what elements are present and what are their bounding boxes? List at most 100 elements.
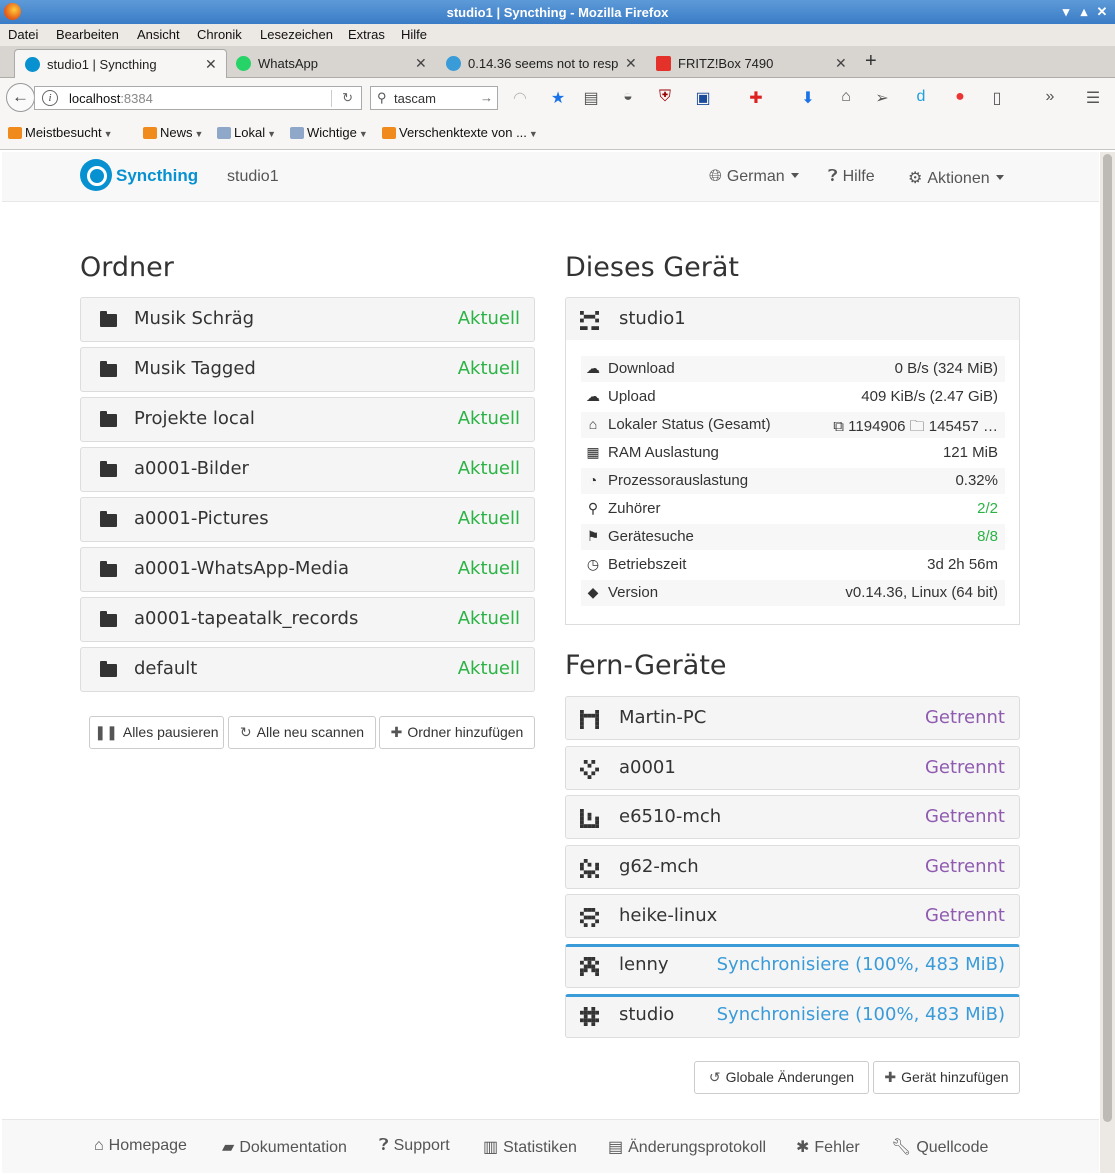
footer-documentation[interactable]: ▰ Dokumentation bbox=[222, 1137, 347, 1157]
add-folder-button[interactable]: ✚ Ordner hinzufügen bbox=[379, 716, 535, 749]
addon-colors-icon[interactable]: ● bbox=[950, 88, 970, 106]
menu-extras[interactable]: Extras bbox=[348, 27, 385, 42]
remote-device-panel[interactable]: heike-linux Getrennt bbox=[565, 894, 1020, 939]
tab-close-icon[interactable]: ✕ bbox=[205, 56, 217, 73]
dashboard-icon: ◔ bbox=[588, 472, 598, 488]
menu-lesezeichen[interactable]: Lesezeichen bbox=[260, 27, 333, 42]
menu-chronik[interactable]: Chronik bbox=[197, 27, 242, 42]
overflow-chevron-icon[interactable]: » bbox=[1040, 88, 1060, 106]
remote-device-panel[interactable]: Martin-PC Getrennt bbox=[565, 696, 1020, 740]
pocket-icon[interactable]: ◒ bbox=[618, 88, 638, 106]
info-icon[interactable]: i bbox=[42, 90, 58, 106]
menu-ansicht[interactable]: Ansicht bbox=[137, 27, 180, 42]
menu-hilfe[interactable]: Hilfe bbox=[401, 27, 427, 42]
folder-panel[interactable]: a0001-WhatsApp-Media Aktuell bbox=[80, 547, 535, 592]
cloud-download-icon: ☁ bbox=[586, 360, 600, 376]
folder-panel[interactable]: Projekte local Aktuell bbox=[80, 397, 535, 442]
remote-device-name: lenny bbox=[619, 954, 669, 975]
stat-row: ⚲ Zuhörer 2/2 bbox=[581, 496, 1005, 522]
footer-changelog[interactable]: ▤ Änderungsprotokoll bbox=[608, 1137, 766, 1157]
language-dropdown[interactable]: 🌐︎ German bbox=[709, 168, 799, 186]
tab-whatsapp[interactable]: WhatsApp ✕ bbox=[226, 49, 436, 78]
reload-icon[interactable]: ↻ bbox=[342, 90, 353, 106]
syncthing-navbar: Syncthing studio1 🌐︎ German ❓︎ Hilfe ⚙ Akti… bbox=[2, 152, 1099, 202]
actions-dropdown[interactable]: ⚙ Aktionen bbox=[908, 168, 1004, 188]
reader-list-icon[interactable]: ▤ bbox=[581, 88, 601, 108]
pause-all-button[interactable]: ❚❚ Alles pausieren bbox=[89, 716, 224, 749]
stat-value: v0.14.36, Linux (64 bit) bbox=[845, 584, 998, 601]
brand-name[interactable]: Syncthing bbox=[116, 166, 198, 186]
remote-device-panel[interactable]: a0001 Getrennt bbox=[565, 745, 1020, 790]
folder-panel[interactable]: a0001-tapeatalk_records Aktuell bbox=[80, 597, 535, 642]
maximize-icon[interactable]: ▴ bbox=[1076, 4, 1092, 20]
bookmark-wichtige[interactable]: Wichtige ▼ bbox=[290, 125, 368, 140]
download-arrow-icon[interactable]: ⬇ bbox=[798, 88, 818, 108]
folder-panel[interactable]: Musik Tagged Aktuell bbox=[80, 347, 535, 392]
close-window-icon[interactable]: ✕ bbox=[1094, 4, 1110, 20]
send-icon[interactable]: ➢ bbox=[872, 88, 892, 108]
remote-device-panel[interactable]: g62-mch Getrennt bbox=[565, 844, 1020, 889]
ublock-icon[interactable]: ⛨ bbox=[655, 88, 675, 106]
bookmark-news[interactable]: News ▼ bbox=[143, 125, 203, 140]
rss-icon[interactable]: ◠ bbox=[510, 88, 530, 108]
bookmark-meistbesucht[interactable]: Meistbesucht ▼ bbox=[8, 125, 113, 140]
tab-fritzbox[interactable]: FRITZ!Box 7490 ✕ bbox=[646, 49, 856, 78]
back-arrow-icon[interactable]: ← bbox=[6, 83, 35, 112]
global-changes-button[interactable]: ↺ Globale Änderungen bbox=[694, 1061, 869, 1094]
cloud-upload-icon: ☁ bbox=[586, 388, 600, 404]
syncthing-logo-icon[interactable] bbox=[80, 159, 112, 191]
this-device-name: studio1 bbox=[619, 308, 686, 329]
remote-device-name: e6510-mch bbox=[619, 806, 722, 828]
scrollbar-thumb[interactable] bbox=[1103, 154, 1112, 1122]
stat-label: Upload bbox=[608, 388, 656, 405]
stat-row: ⌂ Lokaler Status (Gesamt) ⧉ 1194906 🗀 1454… bbox=[581, 412, 1005, 438]
remote-device-panel[interactable]: studio Synchronisiere (100%, 483 MiB) bbox=[565, 993, 1020, 1038]
tab-close-icon[interactable]: ✕ bbox=[415, 55, 427, 72]
footer-bugs[interactable]: ✱ Fehler bbox=[796, 1137, 860, 1157]
search-input[interactable]: tascam bbox=[394, 91, 436, 106]
search-go-icon[interactable]: → bbox=[480, 90, 493, 105]
footer-statistics[interactable]: ▥ Statistiken bbox=[483, 1137, 577, 1157]
footer-support[interactable]: ❓︎ Support bbox=[379, 1137, 450, 1155]
folder-status: Aktuell bbox=[457, 308, 520, 329]
tab-close-icon[interactable]: ✕ bbox=[835, 55, 847, 72]
stat-value: 8/8 bbox=[977, 528, 998, 545]
footer-homepage[interactable]: ⌂ Homepage bbox=[94, 1137, 187, 1155]
remote-device-panel[interactable]: lenny Synchronisiere (100%, 483 MiB) bbox=[565, 944, 1020, 988]
add-device-button[interactable]: ✚ Gerät hinzufügen bbox=[873, 1061, 1020, 1094]
menu-datei[interactable]: Datei bbox=[8, 27, 38, 42]
menu-bearbeiten[interactable]: Bearbeiten bbox=[56, 27, 119, 42]
search-bar[interactable]: ⚲ tascam → bbox=[370, 86, 498, 110]
rescan-all-button[interactable]: ↻ Alle neu scannen bbox=[228, 716, 376, 749]
addon-d-icon[interactable]: d bbox=[911, 88, 931, 106]
home-button-icon[interactable]: ⌂ bbox=[836, 88, 856, 106]
remote-device-panel[interactable]: e6510-mch Getrennt bbox=[565, 795, 1020, 840]
tab-syncthing[interactable]: studio1 | Syncthing ✕ bbox=[14, 49, 227, 78]
page-scrollbar[interactable] bbox=[1100, 152, 1115, 1173]
tag-icon: ◆ bbox=[587, 584, 599, 600]
clipboard-icon[interactable]: ▯ bbox=[987, 88, 1007, 108]
bookmark-lokal[interactable]: Lokal ▼ bbox=[217, 125, 276, 140]
tab-forum[interactable]: 0.14.36 seems not to resp ✕ bbox=[436, 49, 646, 78]
folder-name: a0001-tapeatalk_records bbox=[134, 608, 359, 629]
tab-close-icon[interactable]: ✕ bbox=[625, 55, 637, 72]
bookmark-verschenktexte[interactable]: Verschenktexte von ... ▼ bbox=[382, 125, 538, 140]
minimize-icon[interactable]: ▾ bbox=[1058, 4, 1074, 20]
folder-panel[interactable]: a0001-Bilder Aktuell bbox=[80, 447, 535, 492]
footer-source[interactable]: 🔧︎ Quellcode bbox=[891, 1137, 988, 1157]
folder-status: Aktuell bbox=[457, 408, 520, 429]
folder-panel[interactable]: default Aktuell bbox=[80, 647, 535, 692]
bookmark-star-icon[interactable]: ★ bbox=[548, 88, 568, 108]
url-bar[interactable]: i localhost:8384 ↻ bbox=[34, 86, 362, 110]
url-text: localhost:8384 bbox=[69, 91, 153, 106]
folder-status: Aktuell bbox=[457, 658, 520, 679]
addon-red-cross-icon[interactable]: ✚ bbox=[746, 88, 766, 108]
folder-panel[interactable]: a0001-Pictures Aktuell bbox=[80, 497, 535, 542]
save-icon[interactable]: ▣ bbox=[693, 88, 713, 108]
new-tab-icon[interactable]: + bbox=[865, 50, 877, 73]
fritzbox-favicon-icon bbox=[656, 56, 671, 71]
hamburger-menu-icon[interactable]: ☰ bbox=[1083, 88, 1103, 108]
this-device-header[interactable]: studio1 bbox=[565, 297, 1020, 341]
help-link[interactable]: ❓︎ Hilfe bbox=[828, 168, 875, 186]
folder-panel[interactable]: Musik Schräg Aktuell bbox=[80, 297, 535, 342]
